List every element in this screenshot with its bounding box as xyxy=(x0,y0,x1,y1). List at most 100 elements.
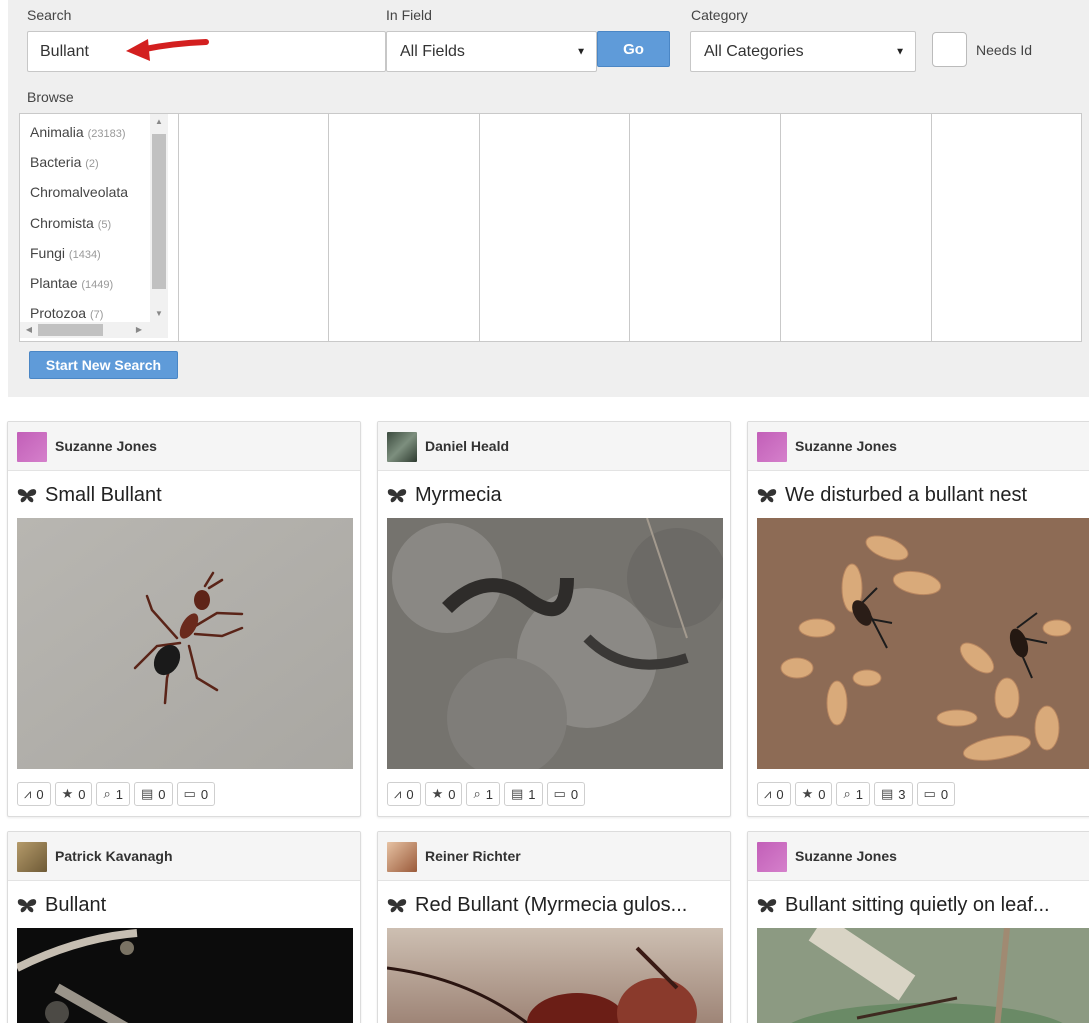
in-field-value: All Fields xyxy=(400,42,465,60)
avatar[interactable] xyxy=(387,842,417,872)
user-name[interactable]: Suzanne Jones xyxy=(55,438,157,454)
card-title[interactable]: Bullant sitting quietly on leaf... xyxy=(757,894,1050,917)
user-name[interactable]: Suzanne Jones xyxy=(795,848,897,864)
trend-icon: ⩘ xyxy=(764,786,772,801)
comments-stat[interactable]: ▭ 0 xyxy=(176,782,216,806)
butterfly-icon xyxy=(387,488,407,504)
trend-stat[interactable]: ⩘ 0 xyxy=(757,782,791,806)
favourite-stat[interactable]: ★ 0 xyxy=(424,782,463,806)
observation-card[interactable]: Reiner Richter Red Bullant (Myrmecia gul… xyxy=(377,831,731,1023)
identify-stat[interactable]: ⌕ 1 xyxy=(836,782,870,806)
favourite-stat[interactable]: ★ 0 xyxy=(794,782,833,806)
card-title[interactable]: Small Bullant xyxy=(17,484,162,507)
observation-photo[interactable] xyxy=(17,928,353,1023)
browse-column[interactable] xyxy=(479,114,630,341)
card-header: Reiner Richter xyxy=(378,832,730,881)
card-title[interactable]: Red Bullant (Myrmecia gulos... xyxy=(387,894,687,917)
butterfly-icon xyxy=(17,898,37,914)
kingdom-item-plantae[interactable]: Plantae (1449) xyxy=(30,275,113,291)
observation-photo[interactable] xyxy=(757,928,1089,1023)
observation-card[interactable]: Suzanne Jones Bullant sitting quietly on… xyxy=(747,831,1089,1023)
trend-icon: ⩘ xyxy=(394,786,402,801)
avatar[interactable] xyxy=(387,432,417,462)
soil-photo xyxy=(387,518,723,769)
observation-photo[interactable] xyxy=(17,518,353,769)
category-select[interactable]: All Categories ▼ xyxy=(690,31,916,72)
comments-stat[interactable]: ▭ 0 xyxy=(916,782,956,806)
search-input-value: Bullant xyxy=(40,42,89,60)
observation-card[interactable]: Suzanne Jones We disturbed a bullant nes… xyxy=(747,421,1089,817)
identify-icon: ⌕ xyxy=(843,786,851,801)
browse-column[interactable] xyxy=(931,114,1082,341)
butterfly-icon xyxy=(757,898,777,914)
needs-id-checkbox[interactable] xyxy=(932,32,967,67)
notes-stat[interactable]: ▤ 3 xyxy=(873,782,913,806)
trend-stat[interactable]: ⩘ 0 xyxy=(387,782,421,806)
butterfly-icon xyxy=(387,898,407,914)
identify-stat[interactable]: ⌕ 1 xyxy=(466,782,500,806)
card-title[interactable]: Myrmecia xyxy=(387,484,502,507)
kingdom-item-chromalveolata[interactable]: Chromalveolata xyxy=(30,184,128,200)
scroll-left-icon[interactable]: ◀ xyxy=(22,322,36,338)
identify-stat[interactable]: ⌕ 1 xyxy=(96,782,130,806)
card-header: Daniel Heald xyxy=(378,422,730,471)
star-icon: ★ xyxy=(801,786,814,801)
red-arrow-annotation xyxy=(126,39,209,61)
kingdom-item-chromista[interactable]: Chromista (5) xyxy=(30,215,111,231)
identify-icon: ⌕ xyxy=(473,786,481,801)
avatar[interactable] xyxy=(17,842,47,872)
notes-stat[interactable]: ▤ 1 xyxy=(503,782,543,806)
observation-card[interactable]: Patrick Kavanagh Bullant xyxy=(7,831,361,1023)
browse-column[interactable] xyxy=(629,114,780,341)
kingdom-item-animalia[interactable]: Animalia (23183) xyxy=(30,124,126,140)
scroll-up-icon[interactable]: ▲ xyxy=(150,115,168,129)
user-name[interactable]: Reiner Richter xyxy=(425,848,521,864)
comments-stat[interactable]: ▭ 0 xyxy=(546,782,586,806)
user-name[interactable]: Patrick Kavanagh xyxy=(55,848,173,864)
kingdom-item-bacteria[interactable]: Bacteria (2) xyxy=(30,154,99,170)
bullant-photo xyxy=(17,518,353,769)
observation-photo[interactable] xyxy=(757,518,1089,769)
observation-card[interactable]: Daniel Heald Myrmecia ⩘ 0 ★ 0 ⌕ 1 ▤ 1 ▭ 0 xyxy=(377,421,731,817)
start-new-search-button[interactable]: Start New Search xyxy=(29,351,178,379)
scroll-down-icon[interactable]: ▼ xyxy=(150,307,168,321)
search-label: Search xyxy=(27,7,72,23)
browse-column[interactable] xyxy=(328,114,479,341)
avatar[interactable] xyxy=(757,842,787,872)
kingdom-item-fungi[interactable]: Fungi (1434) xyxy=(30,245,101,261)
observation-card[interactable]: Suzanne Jones Small Bullant ⩘ 0 ★ 0 ⌕ 1 ▤ 0 … xyxy=(7,421,361,817)
scrollbar-thumb[interactable] xyxy=(38,324,103,336)
kingdom-list[interactable]: Animalia (23183) Bacteria (2) Chromalveo… xyxy=(20,114,171,341)
scrollbar-thumb[interactable] xyxy=(152,134,166,289)
favourite-stat[interactable]: ★ 0 xyxy=(54,782,93,806)
browse-column[interactable] xyxy=(178,114,329,341)
vertical-scrollbar[interactable]: ▲ ▼ xyxy=(150,114,168,322)
butterfly-icon xyxy=(757,488,777,504)
trend-stat[interactable]: ⩘ 0 xyxy=(17,782,51,806)
comment-icon: ▭ xyxy=(553,786,566,801)
card-title[interactable]: We disturbed a bullant nest xyxy=(757,484,1027,507)
in-field-label: In Field xyxy=(386,7,432,23)
trend-icon: ⩘ xyxy=(24,786,32,801)
ant-nest-photo xyxy=(757,518,1089,769)
needs-id-label: Needs Id xyxy=(976,42,1033,58)
browse-column[interactable] xyxy=(780,114,931,341)
butterfly-icon xyxy=(17,488,37,504)
horizontal-scrollbar[interactable]: ◀ ▶ xyxy=(20,322,168,338)
scroll-right-icon[interactable]: ▶ xyxy=(132,322,146,338)
card-title[interactable]: Bullant xyxy=(17,894,106,917)
avatar[interactable] xyxy=(17,432,47,462)
red-bullant-photo xyxy=(387,928,723,1023)
kingdom-item-protozoa[interactable]: Protozoa (7) xyxy=(30,305,103,321)
leaf-bullant-photo xyxy=(757,928,1089,1023)
in-field-select[interactable]: All Fields ▼ xyxy=(386,31,597,72)
avatar[interactable] xyxy=(757,432,787,462)
browse-columns: Animalia (23183) Bacteria (2) Chromalveo… xyxy=(19,113,1082,342)
user-name[interactable]: Daniel Heald xyxy=(425,438,509,454)
observation-photo[interactable] xyxy=(387,518,723,769)
chevron-down-icon: ▼ xyxy=(895,46,905,57)
go-button[interactable]: Go xyxy=(597,31,670,67)
user-name[interactable]: Suzanne Jones xyxy=(795,438,897,454)
notes-stat[interactable]: ▤ 0 xyxy=(133,782,173,806)
observation-photo[interactable] xyxy=(387,928,723,1023)
